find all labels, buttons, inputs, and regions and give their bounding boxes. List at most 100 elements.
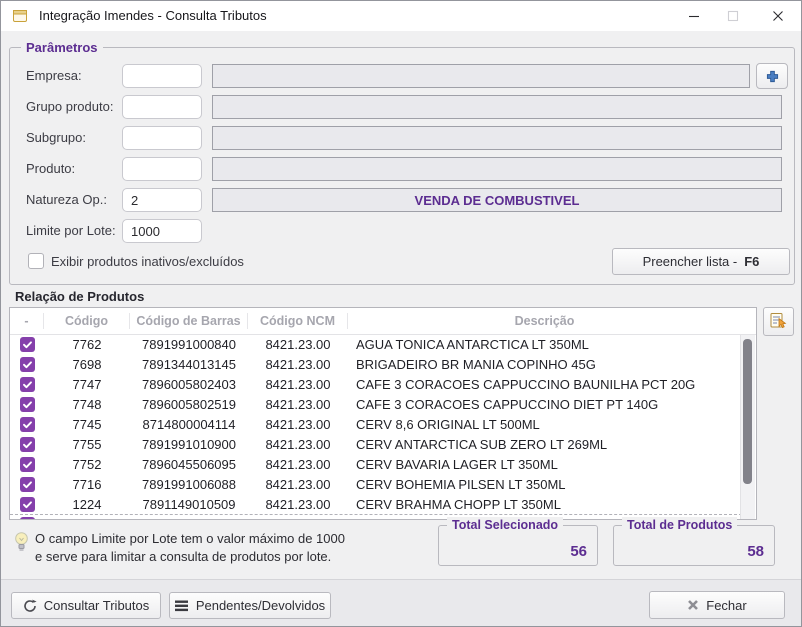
plus-icon xyxy=(766,70,778,82)
cell-codigo: 7755 xyxy=(72,436,102,452)
limite-lote-input[interactable] xyxy=(122,219,202,243)
cell-codigo-ncm: 8421.23.00 xyxy=(265,376,331,392)
check-icon xyxy=(22,341,32,349)
table-row[interactable]: 7752 7896045506095 8421.23.00 CERV BAVARIA … xyxy=(10,454,742,474)
cell-codigo-ncm: 8421.23.00 xyxy=(265,336,331,352)
row-checkbox[interactable] xyxy=(19,497,35,513)
column-header-ncm[interactable]: Código NCM xyxy=(248,313,348,329)
cell-descricao: AGUA TONICA ANTARCTICA LT 350ML xyxy=(356,336,589,352)
row-checkbox[interactable] xyxy=(19,337,35,353)
table-row[interactable]: 7748 7896005802519 8421.23.00 CAFE 3 CORACO… xyxy=(10,394,742,414)
cell-codigo-barras: 8714800004114 xyxy=(142,416,236,432)
pending-returned-button[interactable]: Pendentes/Devolvidos xyxy=(169,592,331,619)
row-checkbox[interactable] xyxy=(19,457,35,473)
cell-descricao: CERV ANTARCTICA SUB ZERO LT 269ML xyxy=(356,436,608,452)
close-button[interactable]: Fechar xyxy=(649,591,785,619)
row-checkbox[interactable] xyxy=(19,417,35,433)
subgrupo-label: Subgrupo: xyxy=(26,130,86,145)
column-header-check[interactable]: - xyxy=(10,313,44,329)
table-scrollbar-track[interactable] xyxy=(740,335,755,519)
empresa-label: Empresa: xyxy=(26,68,82,83)
fill-list-button[interactable]: Preencher lista - F6 xyxy=(612,248,790,275)
cell-codigo: 7747 xyxy=(72,376,102,392)
show-inactive-checkbox[interactable] xyxy=(28,253,44,269)
limite-lote-label: Limite por Lote: xyxy=(26,223,116,238)
cell-codigo-ncm: 8421.23.00 xyxy=(265,396,331,412)
cell-descricao: CERV BRAHMA CHOPP LT 350ML xyxy=(356,496,561,512)
column-header-descricao[interactable]: Descrição xyxy=(348,313,741,329)
table-row[interactable]: 1224 7891149010509 8421.23.00 CERV BRAHMA C… xyxy=(10,494,742,514)
add-empresa-button[interactable] xyxy=(756,63,788,89)
cell-codigo-ncm: 8421.23.00 xyxy=(265,416,331,432)
cell-descricao: CERV BOHEMIA PILSEN LT 350ML xyxy=(356,476,566,492)
row-checkbox[interactable] xyxy=(19,477,35,493)
produto-code-input[interactable] xyxy=(122,157,202,181)
subgrupo-name-field xyxy=(212,126,782,150)
parameters-group: Parâmetros Empresa: Grupo produto: Subgr… xyxy=(9,39,795,285)
table-row[interactable]: 7698 7891344013145 8421.23.00 BRIGADEIRO BR… xyxy=(10,354,742,374)
row-checkbox[interactable] xyxy=(19,437,35,453)
show-inactive-checkbox-row: Exibir produtos inativos/excluídos xyxy=(28,253,244,269)
total-products-label: Total de Produtos xyxy=(622,517,738,534)
table-row[interactable]: 7747 7896005802403 8421.23.00 CAFE 3 CORACO… xyxy=(10,374,742,394)
cell-codigo-ncm: 8421.23.00 xyxy=(265,456,331,472)
cell-codigo-barras: 7891991006088 xyxy=(142,476,236,492)
natureza-op-label: Natureza Op.: xyxy=(26,192,107,207)
consult-taxes-button[interactable]: Consultar Tributos xyxy=(11,592,161,619)
cell-descricao: CERV 8,6 ORIGINAL LT 500ML xyxy=(356,416,540,432)
table-row[interactable]: 7745 8714800004114 8421.23.00 CERV 8,6 ORIG… xyxy=(10,414,742,434)
app-icon xyxy=(12,8,28,27)
table-scrollbar-thumb[interactable] xyxy=(743,339,752,484)
toggle-selection-button[interactable] xyxy=(763,307,794,336)
products-section-label: Relação de Produtos xyxy=(15,289,145,304)
grupo-produto-code-input[interactable] xyxy=(122,95,202,119)
table-row[interactable]: 7716 7891991006088 8421.23.00 CERV BOHEMIA … xyxy=(10,474,742,494)
cell-codigo: 7752 xyxy=(72,456,102,472)
cell-descricao: CERV BAVARIA LAGER LT 350ML xyxy=(356,456,558,472)
column-header-codigo[interactable]: Código xyxy=(44,313,130,329)
partial-row-separator xyxy=(10,514,742,515)
partial-row-checkbox xyxy=(20,517,35,519)
cell-codigo-ncm: 8421.23.00 xyxy=(265,356,331,372)
table-row[interactable]: 7755 7891991010900 8421.23.00 CERV ANTARCTI… xyxy=(10,434,742,454)
row-checkbox-cell xyxy=(10,336,44,353)
cell-descricao: CAFE 3 CORACOES CAPPUCCINO BAUNILHA PCT … xyxy=(356,376,696,392)
subgrupo-code-input[interactable] xyxy=(122,126,202,150)
empresa-name-field xyxy=(212,64,750,88)
hint-lightbulb-icon xyxy=(13,531,30,557)
natureza-op-code-input[interactable] xyxy=(122,188,202,212)
cell-codigo-ncm: 8421.23.00 xyxy=(265,496,331,512)
window-title: Integração Imendes - Consulta Tributos xyxy=(39,8,267,23)
cell-codigo: 7698 xyxy=(72,356,102,372)
check-icon xyxy=(22,421,32,429)
list-icon xyxy=(174,600,188,611)
row-checkbox[interactable] xyxy=(19,357,35,373)
row-checkbox[interactable] xyxy=(19,377,35,393)
table-row[interactable]: 7762 7891991000840 8421.23.00 AGUA TONICA A… xyxy=(10,334,742,354)
cell-codigo-barras: 7896005802403 xyxy=(142,376,236,392)
cell-codigo-barras: 7891991000840 xyxy=(142,336,236,352)
close-window-icon[interactable] xyxy=(760,1,796,31)
column-header-barras[interactable]: Código de Barras xyxy=(130,313,248,329)
row-checkbox-cell xyxy=(10,416,44,433)
cell-codigo: 7748 xyxy=(72,396,102,412)
cell-descricao: BRIGADEIRO BR MANIA COPINHO 45G xyxy=(356,356,596,372)
cell-codigo-barras: 7896005802519 xyxy=(142,396,236,412)
total-selected-label: Total Selecionado xyxy=(447,517,564,534)
maximize-button[interactable] xyxy=(715,1,751,31)
check-icon xyxy=(22,501,32,509)
limit-hint-text: O campo Limite por Lote tem o valor máxi… xyxy=(35,531,345,564)
check-icon xyxy=(22,381,32,389)
row-checkbox-cell xyxy=(10,376,44,393)
table-header: - Código Código de Barras Código NCM Des… xyxy=(10,308,756,335)
check-icon xyxy=(22,361,32,369)
row-checkbox[interactable] xyxy=(19,397,35,413)
cell-codigo: 7745 xyxy=(72,416,102,432)
cell-codigo-barras: 7896045506095 xyxy=(142,456,236,472)
minimize-button[interactable] xyxy=(676,1,712,31)
dialog-consulta-tributos: Integração Imendes - Consulta Tributos P… xyxy=(0,0,802,627)
row-checkbox-cell xyxy=(10,396,44,413)
empresa-code-input[interactable] xyxy=(122,64,202,88)
row-checkbox-cell xyxy=(10,356,44,373)
action-bar: Consultar Tributos Pendentes/Devolvidos … xyxy=(1,579,801,626)
